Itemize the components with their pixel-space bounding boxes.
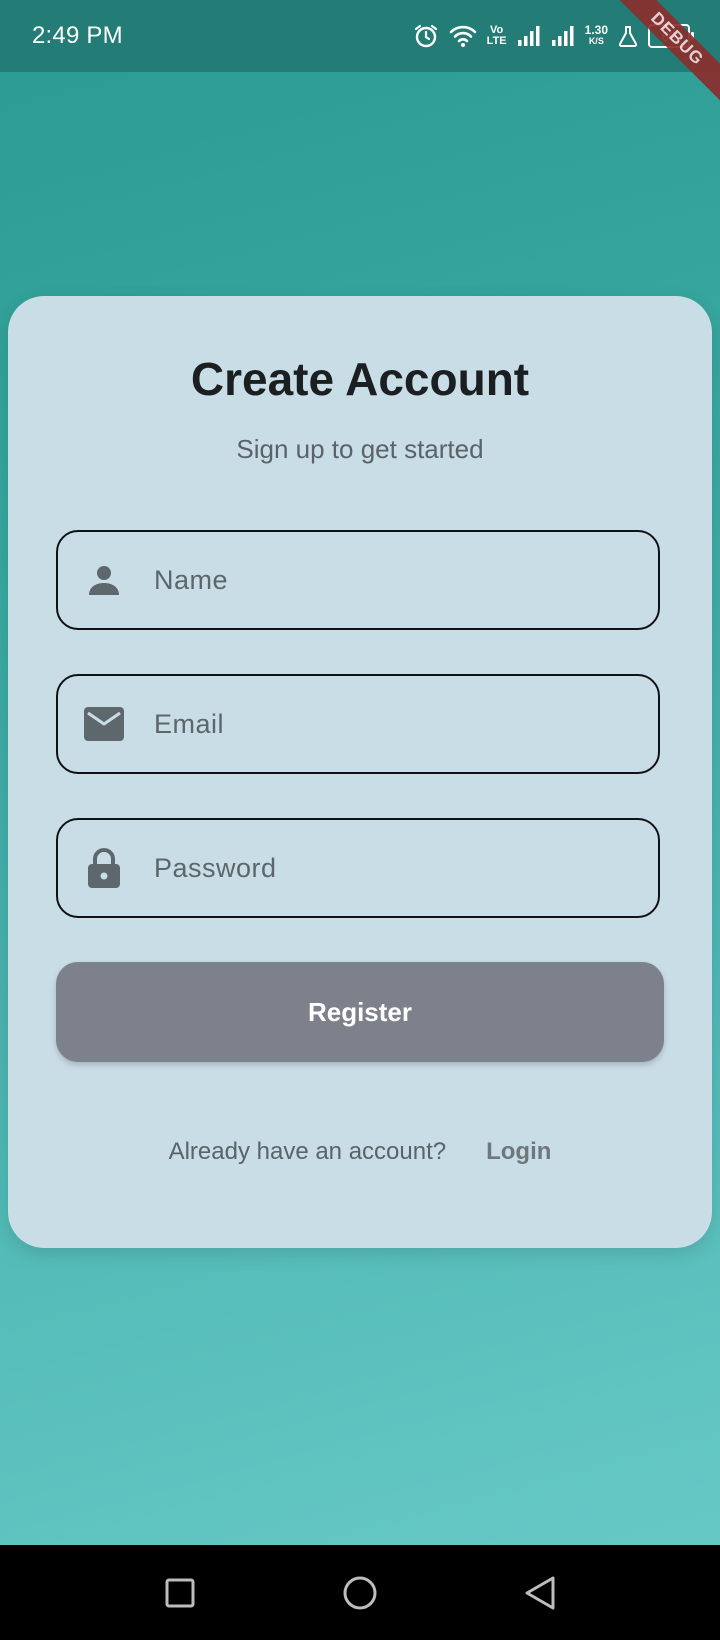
system-nav-bar	[0, 1545, 720, 1640]
name-field[interactable]	[56, 530, 660, 630]
password-field[interactable]	[56, 818, 660, 918]
net-speed: 1.30 K/S	[584, 23, 608, 47]
net-speed-unit: K/S	[588, 36, 604, 46]
status-bar: 2:49 PM Vo LTE 1.30 K/S 69	[0, 0, 720, 72]
email-input[interactable]	[152, 707, 636, 741]
flask-icon	[618, 25, 638, 47]
wifi-icon	[449, 24, 477, 48]
login-prompt: Already have an account? Login	[8, 1138, 712, 1166]
net-speed-value: 1.30	[584, 23, 608, 37]
login-link[interactable]: Login	[486, 1138, 551, 1166]
person-icon	[82, 558, 126, 602]
signal-icon	[517, 24, 541, 48]
page-title: Create Account	[190, 353, 530, 405]
password-input[interactable]	[152, 851, 636, 885]
register-button[interactable]: Register	[56, 962, 664, 1062]
email-icon	[82, 702, 126, 746]
volte-bottom-text: LTE	[486, 35, 507, 47]
home-circle-icon[interactable]	[330, 1563, 390, 1623]
email-field[interactable]	[56, 674, 660, 774]
volte-icon: Vo LTE	[487, 25, 507, 47]
signal-icon	[551, 24, 575, 48]
register-card: Create Account Sign up to get started Re…	[8, 296, 712, 1248]
back-triangle-icon[interactable]	[510, 1563, 570, 1623]
alarm-icon	[413, 23, 439, 49]
page-subtitle: Sign up to get started	[236, 434, 484, 464]
recents-square-icon[interactable]	[150, 1563, 210, 1623]
login-prompt-text: Already have an account?	[168, 1138, 447, 1165]
name-input[interactable]	[152, 563, 636, 597]
lock-icon	[82, 846, 126, 890]
status-time: 2:49 PM	[32, 22, 123, 49]
